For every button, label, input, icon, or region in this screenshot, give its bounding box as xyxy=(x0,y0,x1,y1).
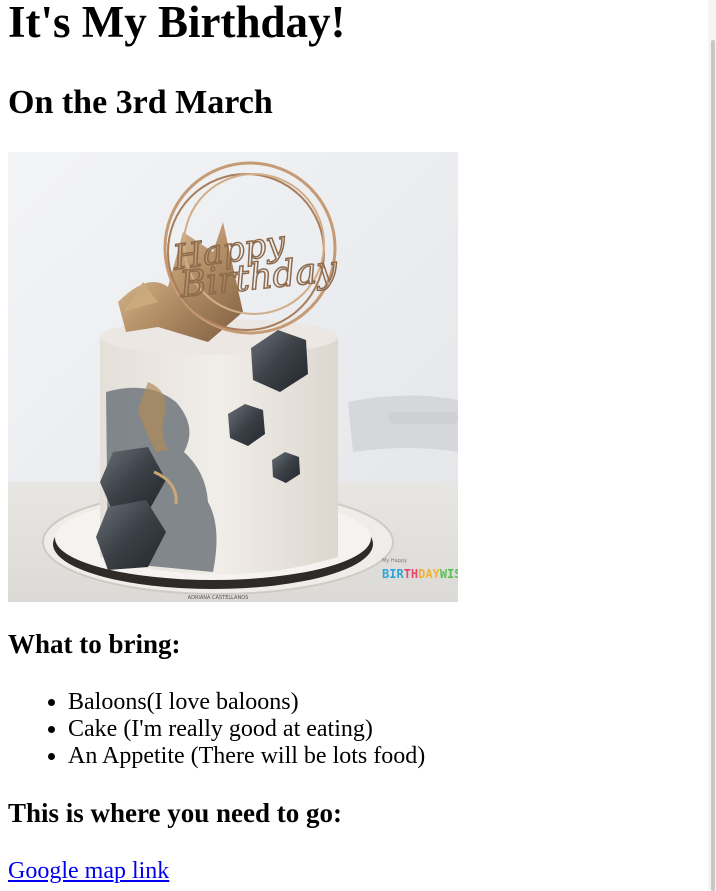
list-item: Cake (I'm really good at eating) xyxy=(68,716,425,743)
list-item: An Appetite (There will be lots food) xyxy=(68,743,425,770)
list-item: Baloons(I love baloons) xyxy=(68,689,425,716)
bring-list: Baloons(I love baloons) Cake (I'm really… xyxy=(28,689,425,770)
page-title: It's My Birthday! xyxy=(8,0,346,47)
google-map-link[interactable]: Google map link xyxy=(8,858,169,885)
svg-text:My Happy: My Happy xyxy=(382,558,407,564)
birthday-cake-image: Happy Birthday ADRIANA CASTELLANOS My Ha… xyxy=(8,152,458,602)
where-heading: This is where you need to go: xyxy=(8,798,343,828)
bring-heading: What to bring: xyxy=(8,629,181,659)
watermark-text: BIRTHDAYWISHES xyxy=(382,567,458,581)
page-subtitle: On the 3rd March xyxy=(8,84,273,121)
scrollbar-thumb[interactable] xyxy=(711,40,715,891)
vertical-scrollbar[interactable] xyxy=(708,0,716,891)
board-text: ADRIANA CASTELLANOS xyxy=(188,595,249,601)
